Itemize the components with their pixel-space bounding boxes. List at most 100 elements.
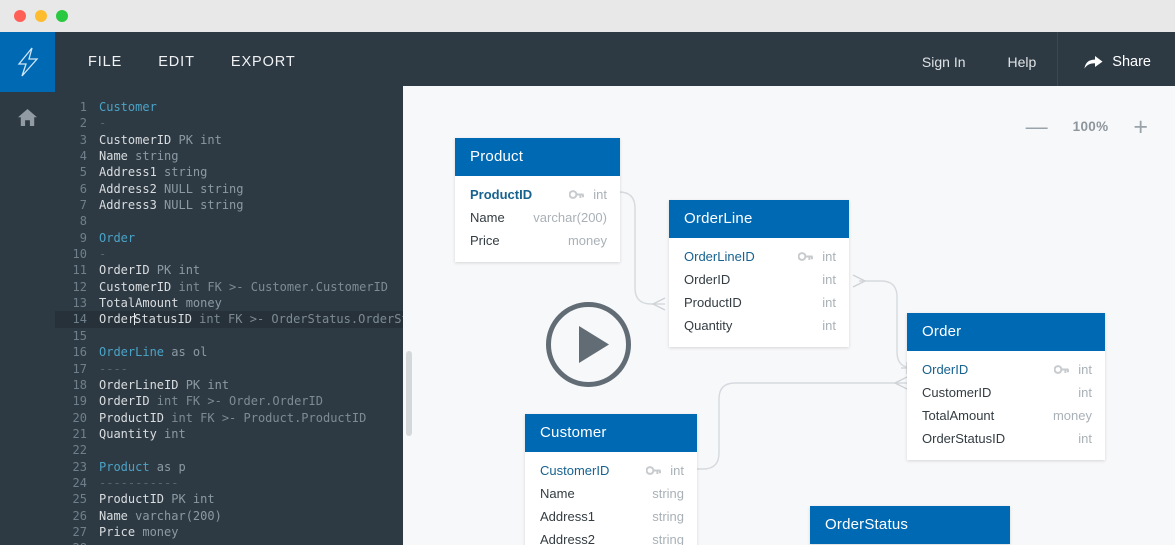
entity-field-row[interactable]: CustomerID int <box>525 459 697 482</box>
line-number: 14 <box>72 312 87 327</box>
entity-field-row[interactable]: Name varchar(200) <box>455 206 620 229</box>
code-line[interactable]: 28 <box>55 540 403 545</box>
code-line[interactable]: 15 <box>55 328 403 344</box>
code-token: as ol <box>164 345 208 360</box>
field-type: string <box>652 509 684 524</box>
code-token: StatusID <box>134 312 200 327</box>
entity-table[interactable]: Product ProductID int Name varchar(200) Price… <box>455 138 620 262</box>
line-number: 13 <box>72 296 87 311</box>
entity-table-title[interactable]: OrderStatus <box>810 506 1010 544</box>
entity-table[interactable]: Customer CustomerID int Name string Address1 s… <box>525 414 697 545</box>
canvas-scrollbar[interactable] <box>406 351 412 436</box>
entity-field-row[interactable]: CustomerID int <box>907 381 1105 404</box>
entity-field-row[interactable]: OrderID int <box>669 268 849 291</box>
code-token: PK int <box>178 132 222 147</box>
line-number: 11 <box>72 263 87 278</box>
line-number: 25 <box>72 492 87 507</box>
app-logo[interactable] <box>0 32 55 92</box>
entity-table[interactable]: Order OrderID int CustomerID int TotalAmount m… <box>907 313 1105 460</box>
zoom-out-button[interactable]: — <box>1026 115 1048 137</box>
share-button[interactable]: Share <box>1057 32 1175 92</box>
field-name: CustomerID <box>540 463 610 478</box>
code-line[interactable]: 20 ProductID int FK >- Product.ProductID <box>55 410 403 426</box>
code-line[interactable]: 19 OrderID int FK >- Order.OrderID <box>55 393 403 409</box>
field-name: OrderStatusID <box>922 431 1006 446</box>
code-token: int FK >- Customer.CustomerID <box>178 279 388 294</box>
code-line[interactable]: 2- <box>55 115 403 131</box>
entity-table-title[interactable]: Product <box>455 138 620 176</box>
code-line[interactable]: 13 TotalAmount money <box>55 295 403 311</box>
minimize-window-button[interactable] <box>35 10 47 22</box>
code-line[interactable]: 6 Address2 NULL string <box>55 181 403 197</box>
entity-field-row[interactable]: Price money <box>455 229 620 252</box>
code-line[interactable]: 4 Name string <box>55 148 403 164</box>
menu-export[interactable]: EXPORT <box>231 54 296 70</box>
sign-in-link[interactable]: Sign In <box>901 54 987 70</box>
code-line[interactable]: 22 <box>55 442 403 458</box>
field-type: int <box>822 318 836 333</box>
line-number: 20 <box>72 410 87 425</box>
line-number: 24 <box>72 475 87 490</box>
entity-table[interactable]: OrderLine OrderLineID int OrderID int Product… <box>669 200 849 347</box>
code-line[interactable]: 16 OrderLine as ol <box>55 344 403 360</box>
code-line[interactable]: 12 CustomerID int FK >- Customer.Customer… <box>55 279 403 295</box>
code-line[interactable]: 17 ---- <box>55 361 403 377</box>
code-line[interactable]: 27 Price money <box>55 524 403 540</box>
entity-field-row[interactable]: Address2 string <box>525 528 697 545</box>
play-button[interactable] <box>545 301 632 388</box>
zoom-in-button[interactable]: + <box>1133 114 1148 139</box>
home-icon[interactable] <box>17 108 38 132</box>
entity-table[interactable]: OrderStatus <box>810 506 1010 544</box>
line-number: 17 <box>72 361 87 376</box>
code-token: string <box>164 165 208 180</box>
entity-table-title[interactable]: Order <box>907 313 1105 351</box>
code-token: CustomerID <box>99 132 179 147</box>
code-line[interactable]: 26 Name varchar(200) <box>55 508 403 524</box>
field-name: Address2 <box>540 532 595 545</box>
menu-file[interactable]: FILE <box>88 54 122 70</box>
entity-field-row[interactable]: Name string <box>525 482 697 505</box>
entity-field-row[interactable]: ProductID int <box>669 291 849 314</box>
diagram-canvas[interactable]: — 100% + Product ProductID int Name varchar(… <box>403 86 1175 545</box>
help-link[interactable]: Help <box>987 54 1058 70</box>
code-line[interactable]: 11 OrderID PK int <box>55 262 403 278</box>
field-name: TotalAmount <box>922 408 995 423</box>
left-sidebar-rail <box>0 92 55 545</box>
line-number: 12 <box>72 279 87 294</box>
entity-field-row[interactable]: TotalAmount money <box>907 404 1105 427</box>
line-number: 26 <box>72 508 87 523</box>
code-editor-pane[interactable]: 1 Customer 2-3 CustomerID PK int 4 Name strin… <box>55 92 403 545</box>
entity-table-title[interactable]: OrderLine <box>669 200 849 238</box>
code-token: Order <box>99 230 136 245</box>
close-window-button[interactable] <box>14 10 26 22</box>
code-line[interactable]: 24 ----------- <box>55 475 403 491</box>
code-line[interactable]: 7 Address3 NULL string <box>55 197 403 213</box>
maximize-window-button[interactable] <box>56 10 68 22</box>
code-line[interactable]: 3 CustomerID PK int <box>55 132 403 148</box>
menu-edit[interactable]: EDIT <box>158 54 195 70</box>
entity-field-row[interactable]: Quantity int <box>669 314 849 337</box>
code-line[interactable]: 10- <box>55 246 403 262</box>
nav-actions: Sign In Help Share <box>901 32 1175 92</box>
code-line[interactable]: 1 Customer <box>55 99 403 115</box>
field-type: string <box>652 486 684 501</box>
code-token: Price <box>99 524 143 539</box>
line-number: 19 <box>72 394 87 409</box>
entity-field-row[interactable]: Address1 string <box>525 505 697 528</box>
code-lines[interactable]: 1 Customer 2-3 CustomerID PK int 4 Name strin… <box>55 99 403 545</box>
code-line[interactable]: 25 ProductID PK int <box>55 491 403 507</box>
code-line[interactable]: 14 OrderStatusID int FK >- OrderStatus.Or… <box>55 311 403 328</box>
code-line[interactable]: 21 Quantity int <box>55 426 403 442</box>
code-token: PK int <box>185 377 230 392</box>
line-number: 28 <box>55 540 99 545</box>
code-line[interactable]: 23 Product as p <box>55 459 403 475</box>
code-line[interactable]: 8 <box>55 213 403 229</box>
entity-field-row[interactable]: OrderID int <box>907 358 1105 381</box>
code-line[interactable]: 5 Address1 string <box>55 164 403 180</box>
code-line[interactable]: 9 Order <box>55 230 403 246</box>
code-line[interactable]: 18 OrderLineID PK int <box>55 377 403 393</box>
entity-field-row[interactable]: ProductID int <box>455 183 620 206</box>
entity-field-row[interactable]: OrderStatusID int <box>907 427 1105 450</box>
entity-table-title[interactable]: Customer <box>525 414 697 452</box>
entity-field-row[interactable]: OrderLineID int <box>669 245 849 268</box>
